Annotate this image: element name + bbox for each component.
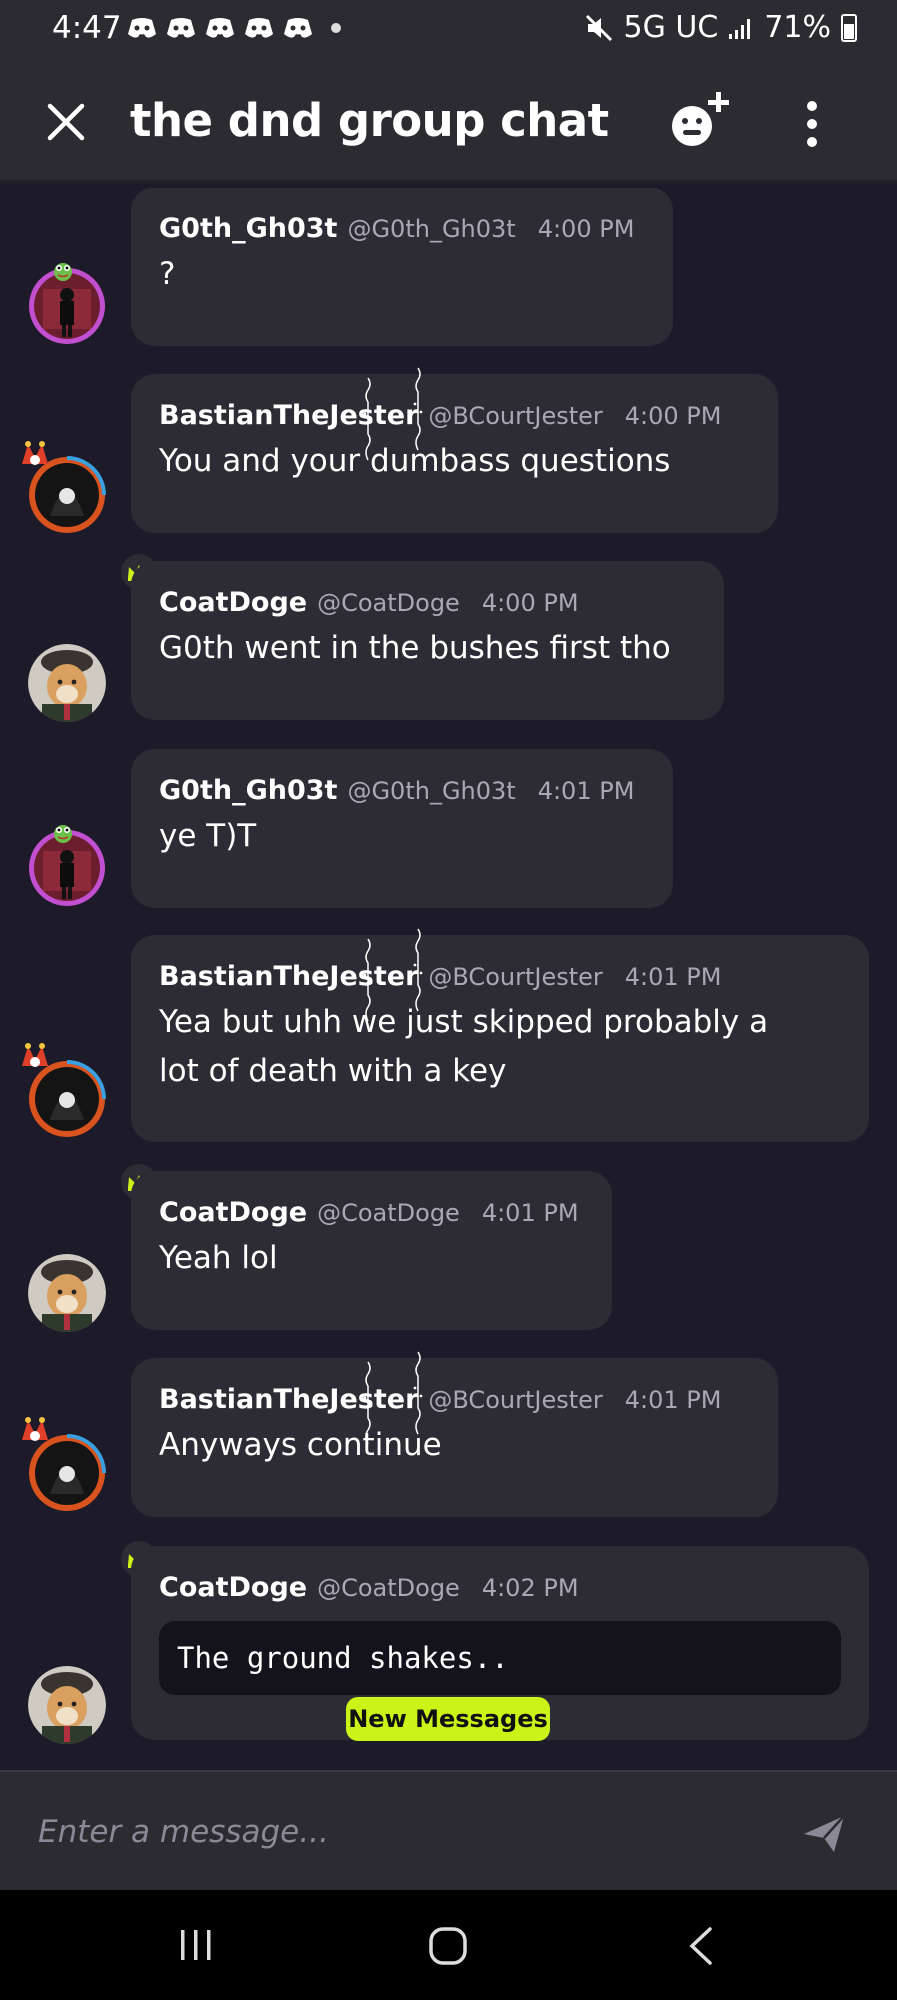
message-author[interactable]: BastianTheJester bbox=[159, 400, 418, 431]
message-handle: @G0th_Gh03t bbox=[347, 777, 516, 805]
message-text-line: lot of death with a key bbox=[159, 1053, 507, 1089]
message-bubble[interactable]: CoatDoge @CoatDoge 4:00 PM G0th went in … bbox=[131, 561, 724, 720]
avatar[interactable] bbox=[28, 1666, 106, 1744]
mute-icon bbox=[585, 14, 612, 41]
message-text: Yea but uhh we just skipped probably a l… bbox=[159, 998, 841, 1096]
zalgo-glyph-decoration bbox=[413, 1351, 423, 1435]
message-list[interactable]: G0th_Gh03t @G0th_Gh03t 4:00 PM ? Bastian… bbox=[0, 188, 897, 1770]
message-input[interactable] bbox=[38, 1804, 778, 1860]
message-composer bbox=[0, 1770, 897, 1890]
recent-apps-icon[interactable] bbox=[176, 1928, 216, 1962]
signal-icon bbox=[729, 18, 751, 39]
status-time: 4:47 bbox=[52, 10, 122, 46]
zalgo-glyph-decoration bbox=[413, 367, 423, 451]
message-text: ye T)T bbox=[159, 818, 257, 854]
message-handle: @CoatDoge bbox=[317, 589, 460, 617]
home-icon[interactable] bbox=[428, 1926, 468, 1966]
network-label: 5G UC bbox=[623, 10, 719, 45]
message-time: 4:01 PM bbox=[624, 1386, 722, 1414]
message-handle: @CoatDoge bbox=[317, 1199, 460, 1227]
message-time: 4:02 PM bbox=[481, 1574, 579, 1602]
message-bubble[interactable]: G0th_Gh03t @G0th_Gh03t 4:01 PM ye T)T bbox=[131, 749, 673, 908]
chat-title: the dnd group chat bbox=[130, 94, 609, 147]
message-text: Anyways continue bbox=[159, 1427, 442, 1463]
back-icon[interactable] bbox=[686, 1926, 716, 1966]
more-notifications-dot bbox=[331, 23, 341, 33]
message-time: 4:01 PM bbox=[481, 1199, 579, 1227]
message-author[interactable]: G0th_Gh03t bbox=[159, 775, 337, 806]
frog-badge-icon bbox=[54, 825, 72, 843]
add-member-icon[interactable] bbox=[668, 90, 734, 152]
discord-icon bbox=[206, 18, 234, 38]
zalgo-glyph-decoration bbox=[413, 928, 423, 1012]
notification-icons bbox=[126, 16, 341, 40]
status-indicators: 5G UC 71% bbox=[584, 10, 857, 45]
message-handle: @BCourtJester bbox=[428, 402, 603, 430]
message-handle: @BCourtJester bbox=[428, 1386, 603, 1414]
close-icon[interactable] bbox=[42, 98, 90, 146]
message-time: 4:01 PM bbox=[624, 963, 722, 991]
message-time: 4:00 PM bbox=[624, 402, 722, 430]
zalgo-glyph-decoration bbox=[363, 938, 373, 1022]
jester-badge-icon bbox=[22, 1417, 48, 1441]
send-icon[interactable] bbox=[800, 1810, 848, 1858]
message-author[interactable]: CoatDoge bbox=[159, 1197, 307, 1228]
message-time: 4:00 PM bbox=[537, 215, 635, 243]
frog-badge-icon bbox=[54, 263, 72, 281]
status-bar: 4:47 5G UC 71% bbox=[0, 0, 897, 64]
message-bubble[interactable]: BastianTheJester @BCourtJester 4:01 PM Y… bbox=[131, 935, 869, 1142]
message-author[interactable]: G0th_Gh03t bbox=[159, 213, 337, 244]
discord-icon bbox=[167, 18, 195, 38]
message-text-line: Yea but uhh we just skipped probably a bbox=[159, 1004, 769, 1040]
zalgo-glyph-decoration bbox=[363, 377, 373, 461]
message-handle: @G0th_Gh03t bbox=[347, 215, 516, 243]
message-text: Yeah lol bbox=[159, 1240, 278, 1276]
message-bubble[interactable]: BastianTheJester @BCourtJester 4:00 PM Y… bbox=[131, 374, 778, 533]
message-text: You and your dumbass questions bbox=[159, 443, 671, 479]
new-messages-button[interactable]: New Messages bbox=[346, 1697, 550, 1741]
message-text: G0th went in the bushes first tho bbox=[159, 630, 671, 666]
message-time: 4:01 PM bbox=[537, 777, 635, 805]
avatar[interactable] bbox=[28, 644, 106, 722]
message-handle: @BCourtJester bbox=[428, 963, 603, 991]
battery-icon bbox=[841, 13, 857, 42]
message-handle: @CoatDoge bbox=[317, 1574, 460, 1602]
message-author[interactable]: CoatDoge bbox=[159, 1572, 307, 1603]
message-author[interactable]: BastianTheJester bbox=[159, 1384, 418, 1415]
jester-badge-icon bbox=[22, 1043, 48, 1067]
more-options-icon[interactable] bbox=[792, 98, 832, 150]
message-author[interactable]: CoatDoge bbox=[159, 587, 307, 618]
zalgo-glyph-decoration bbox=[363, 1361, 373, 1445]
message-bubble[interactable]: CoatDoge @CoatDoge 4:01 PM Yeah lol bbox=[131, 1171, 612, 1330]
chat-header: the dnd group chat bbox=[0, 64, 897, 184]
jester-badge-icon bbox=[22, 441, 48, 465]
avatar[interactable] bbox=[28, 1254, 106, 1332]
message-author[interactable]: BastianTheJester bbox=[159, 961, 418, 992]
battery-percent: 71% bbox=[764, 10, 831, 45]
discord-icon bbox=[284, 18, 312, 38]
message-time: 4:00 PM bbox=[481, 589, 579, 617]
system-nav-bar bbox=[0, 1890, 897, 2000]
message-code-block: The ground shakes.. bbox=[159, 1621, 841, 1695]
discord-icon bbox=[245, 18, 273, 38]
message-bubble[interactable]: G0th_Gh03t @G0th_Gh03t 4:00 PM ? bbox=[131, 188, 673, 346]
discord-icon bbox=[128, 18, 156, 38]
message-text: ? bbox=[159, 256, 176, 292]
message-bubble[interactable]: BastianTheJester @BCourtJester 4:01 PM A… bbox=[131, 1358, 778, 1517]
